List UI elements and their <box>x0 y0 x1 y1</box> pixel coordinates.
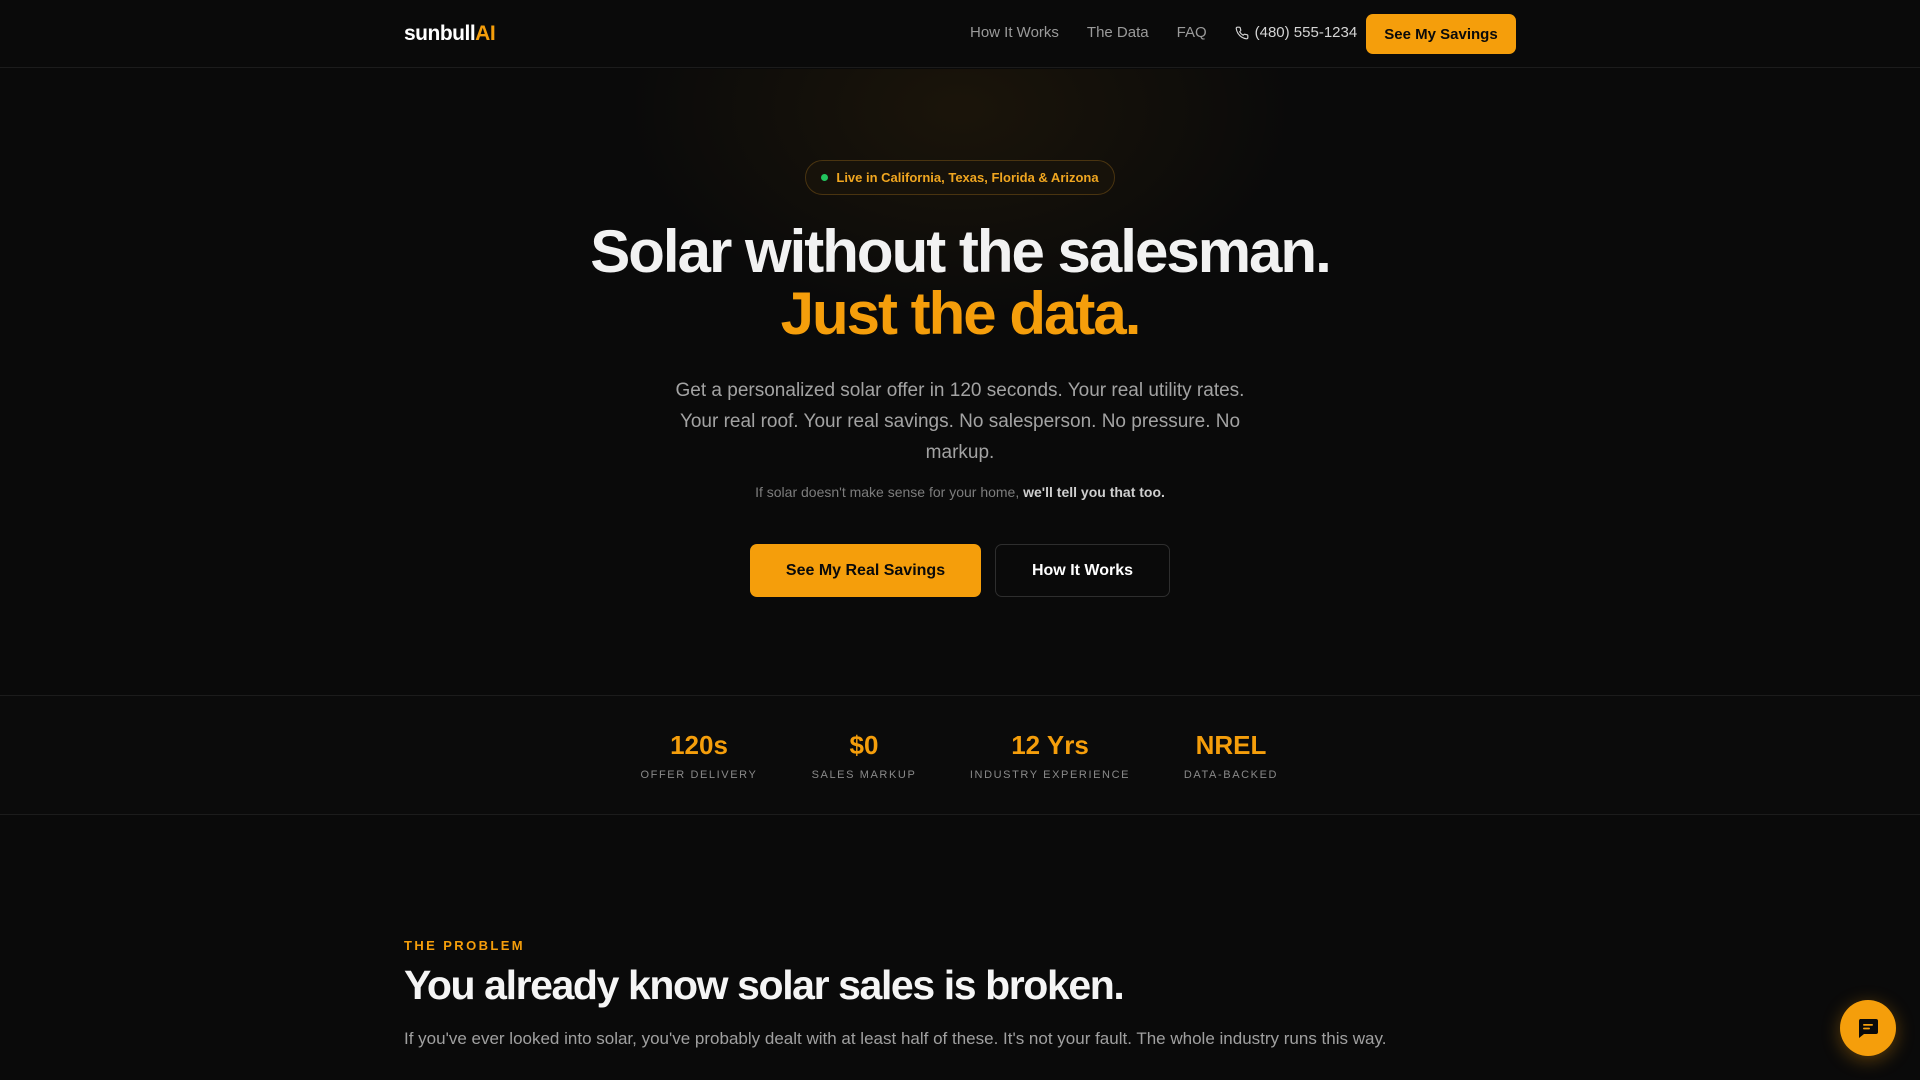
phone-icon <box>1235 26 1249 39</box>
nav-phone-link[interactable]: (480) 555-1234 <box>1235 24 1358 41</box>
nav-link-faq[interactable]: FAQ <box>1177 24 1207 41</box>
hero-note: If solar doesn't make sense for your hom… <box>0 484 1920 500</box>
how-it-works-button[interactable]: How It Works <box>995 544 1170 597</box>
nav-links: How It Works The Data FAQ (480) 555-1234 <box>970 24 1357 41</box>
nav-link-the-data[interactable]: The Data <box>1087 24 1149 41</box>
stat-item: NREL DATA-BACKED <box>1176 730 1286 781</box>
nav-link-how-it-works[interactable]: How It Works <box>970 24 1059 41</box>
live-states-badge: Live in California, Texas, Florida & Ari… <box>805 160 1115 195</box>
section-title: You already know solar sales is broken. <box>404 962 1125 1008</box>
stat-value: NREL <box>1195 730 1267 760</box>
live-status-dot <box>821 174 829 181</box>
stat-value: $0 <box>849 730 879 760</box>
stat-item: 120s OFFER DELIVERY <box>634 730 764 781</box>
nav-see-my-savings-button[interactable]: See My Savings <box>1366 14 1516 54</box>
stat-item: 12 Yrs INDUSTRY EXPERIENCE <box>962 730 1138 781</box>
landing-page: sunbullAI How It Works The Data FAQ (480… <box>0 0 1920 1080</box>
see-my-real-savings-button[interactable]: See My Real Savings <box>750 544 981 597</box>
stat-value: 120s <box>670 730 728 760</box>
hero-section: Live in California, Texas, Florida & Ari… <box>0 69 1920 695</box>
phone-number: (480) 555-1234 <box>1254 24 1358 41</box>
logo[interactable]: sunbullAI <box>404 22 496 46</box>
section-description: If you've ever looked into solar, you've… <box>404 1029 1387 1048</box>
hero-title-line2: Just the data. <box>780 280 1142 347</box>
stat-label: DATA-BACKED <box>1183 769 1279 781</box>
hero-title: Solar without the salesman. Just the dat… <box>0 221 1920 345</box>
stat-label: SALES MARKUP <box>811 769 917 781</box>
badge-text: Live in California, Texas, Florida & Ari… <box>836 170 1099 185</box>
stat-label: INDUSTRY EXPERIENCE <box>969 769 1131 781</box>
hero-subtitle: Get a personalized solar offer in 120 se… <box>675 380 1245 463</box>
logo-accent: AI <box>475 22 496 45</box>
section-eyebrow: THE PROBLEM <box>404 938 526 953</box>
stats-bar: 120s OFFER DELIVERY $0 SALES MARKUP 12 Y… <box>0 695 1920 815</box>
stat-label: OFFER DELIVERY <box>640 769 758 781</box>
hero-title-line1: Solar without the salesman. <box>590 218 1332 285</box>
chat-button[interactable] <box>1840 1000 1896 1056</box>
hero-note-text: If solar doesn't make sense for your hom… <box>755 484 1020 500</box>
chat-bubble-icon <box>1858 1019 1878 1038</box>
logo-text: sunbull <box>404 22 476 45</box>
top-nav: sunbullAI How It Works The Data FAQ (480… <box>0 0 1920 68</box>
stat-value: 12 Yrs <box>1011 730 1089 760</box>
hero-note-bold: we'll tell you that too. <box>1023 484 1165 500</box>
stat-item: $0 SALES MARKUP <box>804 730 924 781</box>
